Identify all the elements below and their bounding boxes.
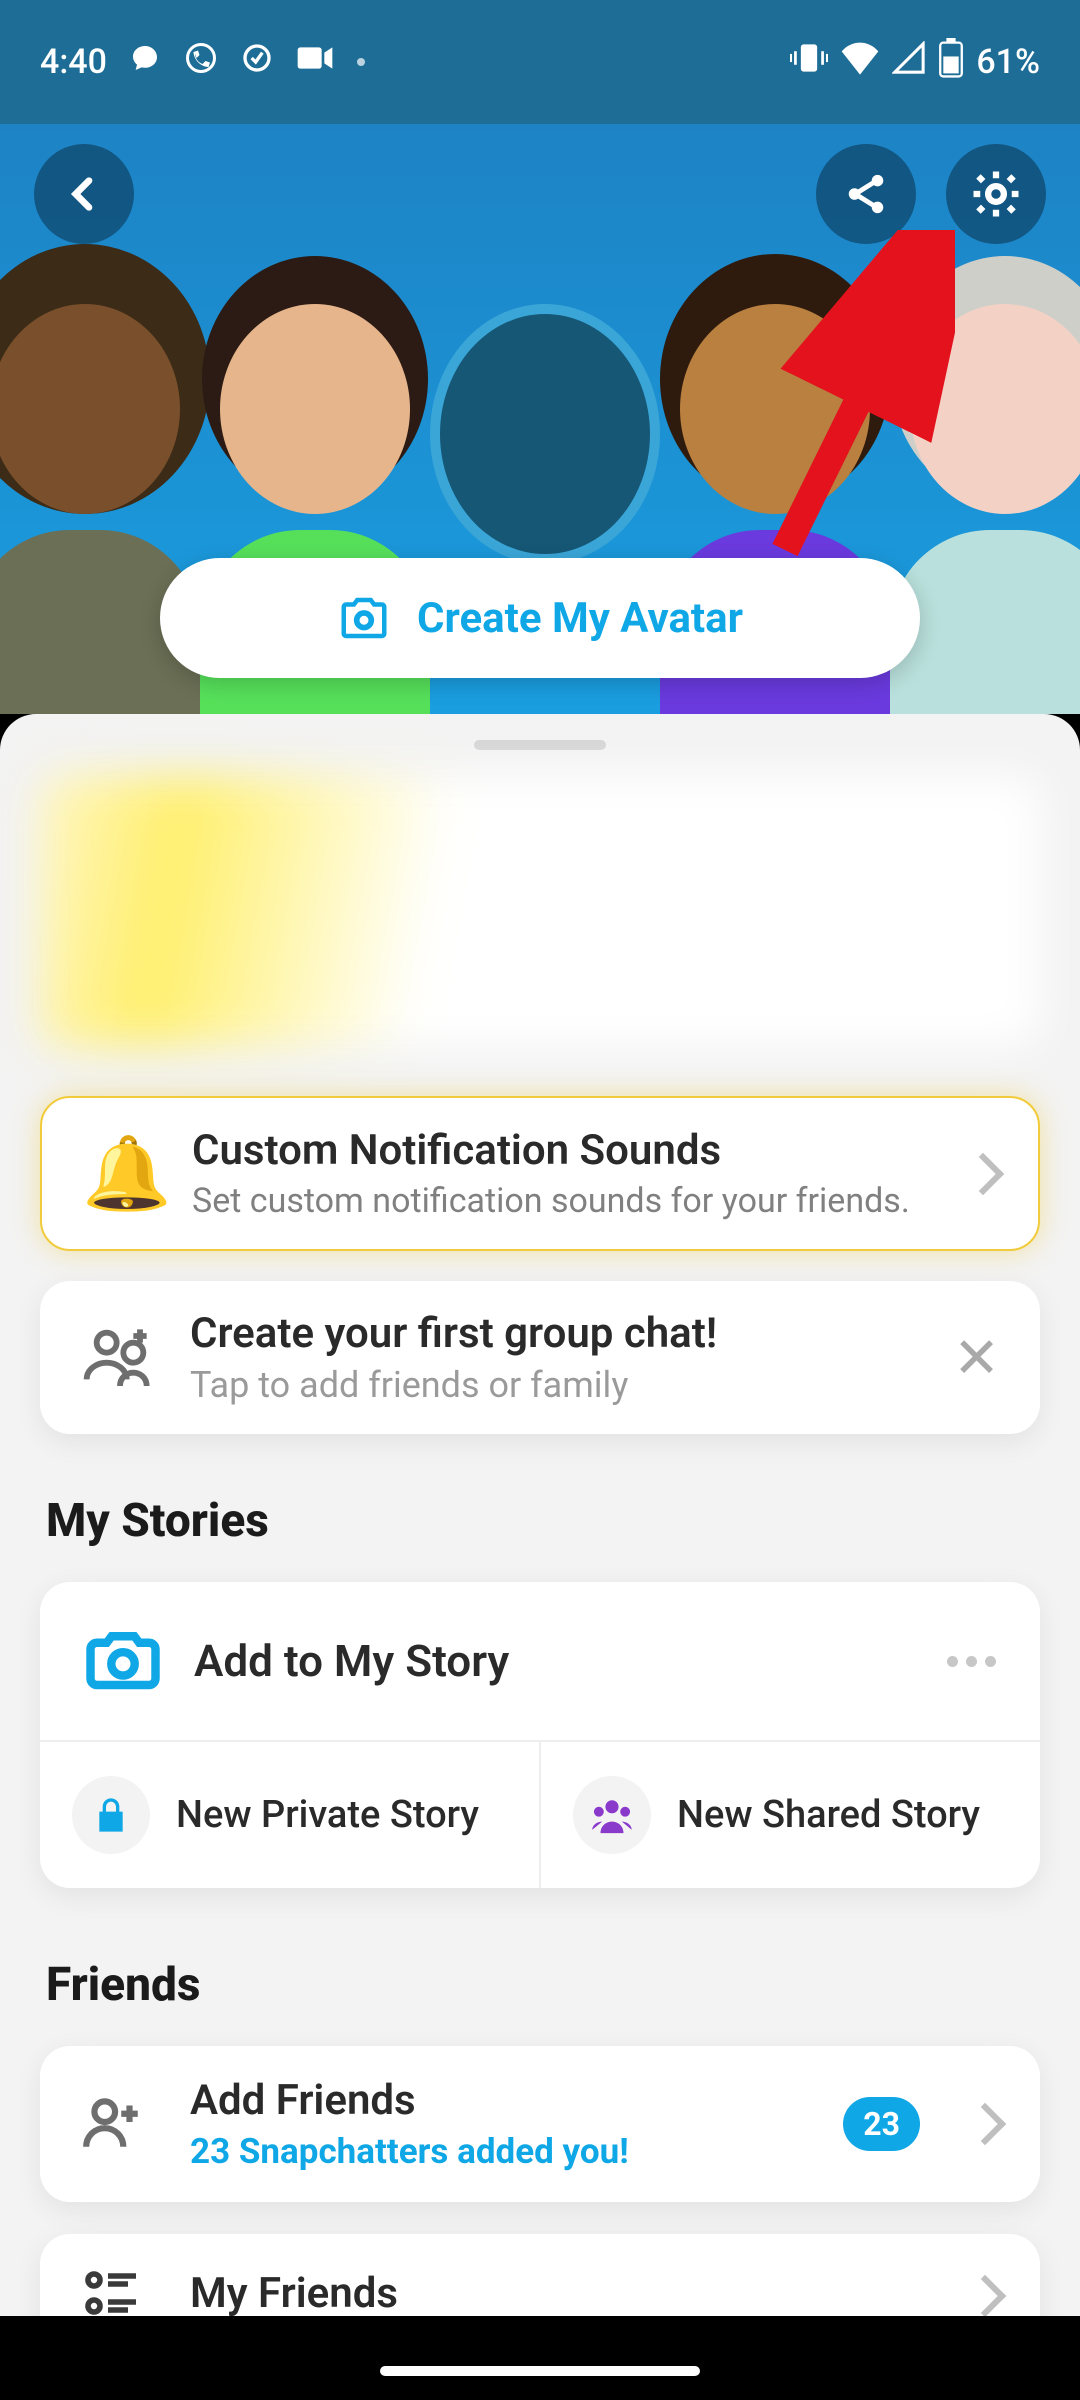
- camera-icon: [337, 591, 391, 645]
- bell-icon: 🔔: [82, 1131, 192, 1216]
- profile-sheet: 🔔 Custom Notification Sounds Set custom …: [0, 714, 1080, 2316]
- lock-icon: [72, 1776, 150, 1854]
- add-friends-label: Add Friends: [190, 2076, 629, 2125]
- home-indicator[interactable]: [380, 2366, 700, 2376]
- add-friend-icon: [80, 2092, 190, 2156]
- camera-notif-icon: [295, 42, 335, 83]
- wifi-icon: [840, 41, 880, 84]
- whatsapp-icon: [183, 40, 219, 85]
- my-friends-label: My Friends: [190, 2269, 950, 2317]
- signal-icon: [892, 41, 926, 84]
- my-friends-card[interactable]: My Friends: [40, 2234, 1040, 2316]
- battery-percent: 61%: [976, 42, 1040, 82]
- share-button[interactable]: [816, 144, 916, 244]
- stories-card: Add to My Story New Private Story New Sh…: [40, 1582, 1040, 1888]
- section-title-friends: Friends: [46, 1958, 1040, 2012]
- more-notif-icon: [357, 58, 365, 66]
- create-group-chat-card[interactable]: Create your first group chat! Tap to add…: [40, 1281, 1040, 1434]
- create-avatar-button[interactable]: Create My Avatar: [160, 558, 920, 678]
- add-friends-subtitle: 23 Snapchatters added you!: [190, 2131, 629, 2172]
- chevron-right-icon: [964, 2275, 1006, 2316]
- friends-count-badge: 23: [843, 2097, 920, 2151]
- friends-list-icon: [80, 2264, 190, 2316]
- new-shared-story-button[interactable]: New Shared Story: [541, 1742, 1040, 1888]
- new-shared-label: New Shared Story: [677, 1793, 980, 1837]
- section-title-stories: My Stories: [46, 1494, 1040, 1548]
- back-button[interactable]: [34, 144, 134, 244]
- add-to-story-label: Add to My Story: [194, 1635, 947, 1687]
- vibrate-icon: [790, 41, 828, 84]
- group-add-icon: [80, 1321, 190, 1395]
- new-private-story-button[interactable]: New Private Story: [40, 1742, 541, 1888]
- status-time: 4:40: [40, 42, 107, 82]
- chevron-right-icon: [964, 2103, 1006, 2145]
- battery-icon: [938, 38, 964, 87]
- chevron-right-icon: [962, 1152, 1004, 1194]
- add-to-story-button[interactable]: Add to My Story: [40, 1582, 1040, 1742]
- sync-icon: [241, 42, 273, 83]
- people-icon: [573, 1776, 651, 1854]
- sheet-grabber[interactable]: [474, 740, 606, 750]
- create-avatar-label: Create My Avatar: [417, 594, 743, 643]
- avatar-hero: Create My Avatar: [0, 124, 1080, 714]
- status-bar: 4:40 61%: [0, 0, 1080, 124]
- group-title: Create your first group chat!: [190, 1309, 933, 1358]
- group-subtitle: Tap to add friends or family: [190, 1364, 933, 1406]
- profile-info-redacted: [40, 776, 1040, 1046]
- add-friends-card[interactable]: Add Friends 23 Snapchatters added you! 2…: [40, 2046, 1040, 2202]
- story-options-button[interactable]: [947, 1656, 996, 1667]
- promo-subtitle: Set custom notification sounds for your …: [192, 1181, 948, 1221]
- custom-sounds-card[interactable]: 🔔 Custom Notification Sounds Set custom …: [40, 1096, 1040, 1251]
- settings-button[interactable]: [946, 144, 1046, 244]
- promo-title: Custom Notification Sounds: [192, 1126, 948, 1175]
- chat-bubble-icon: [129, 42, 161, 83]
- new-private-label: New Private Story: [176, 1793, 479, 1837]
- dismiss-group-card-button[interactable]: ✕: [953, 1325, 1000, 1391]
- camera-outline-icon: [84, 1620, 194, 1702]
